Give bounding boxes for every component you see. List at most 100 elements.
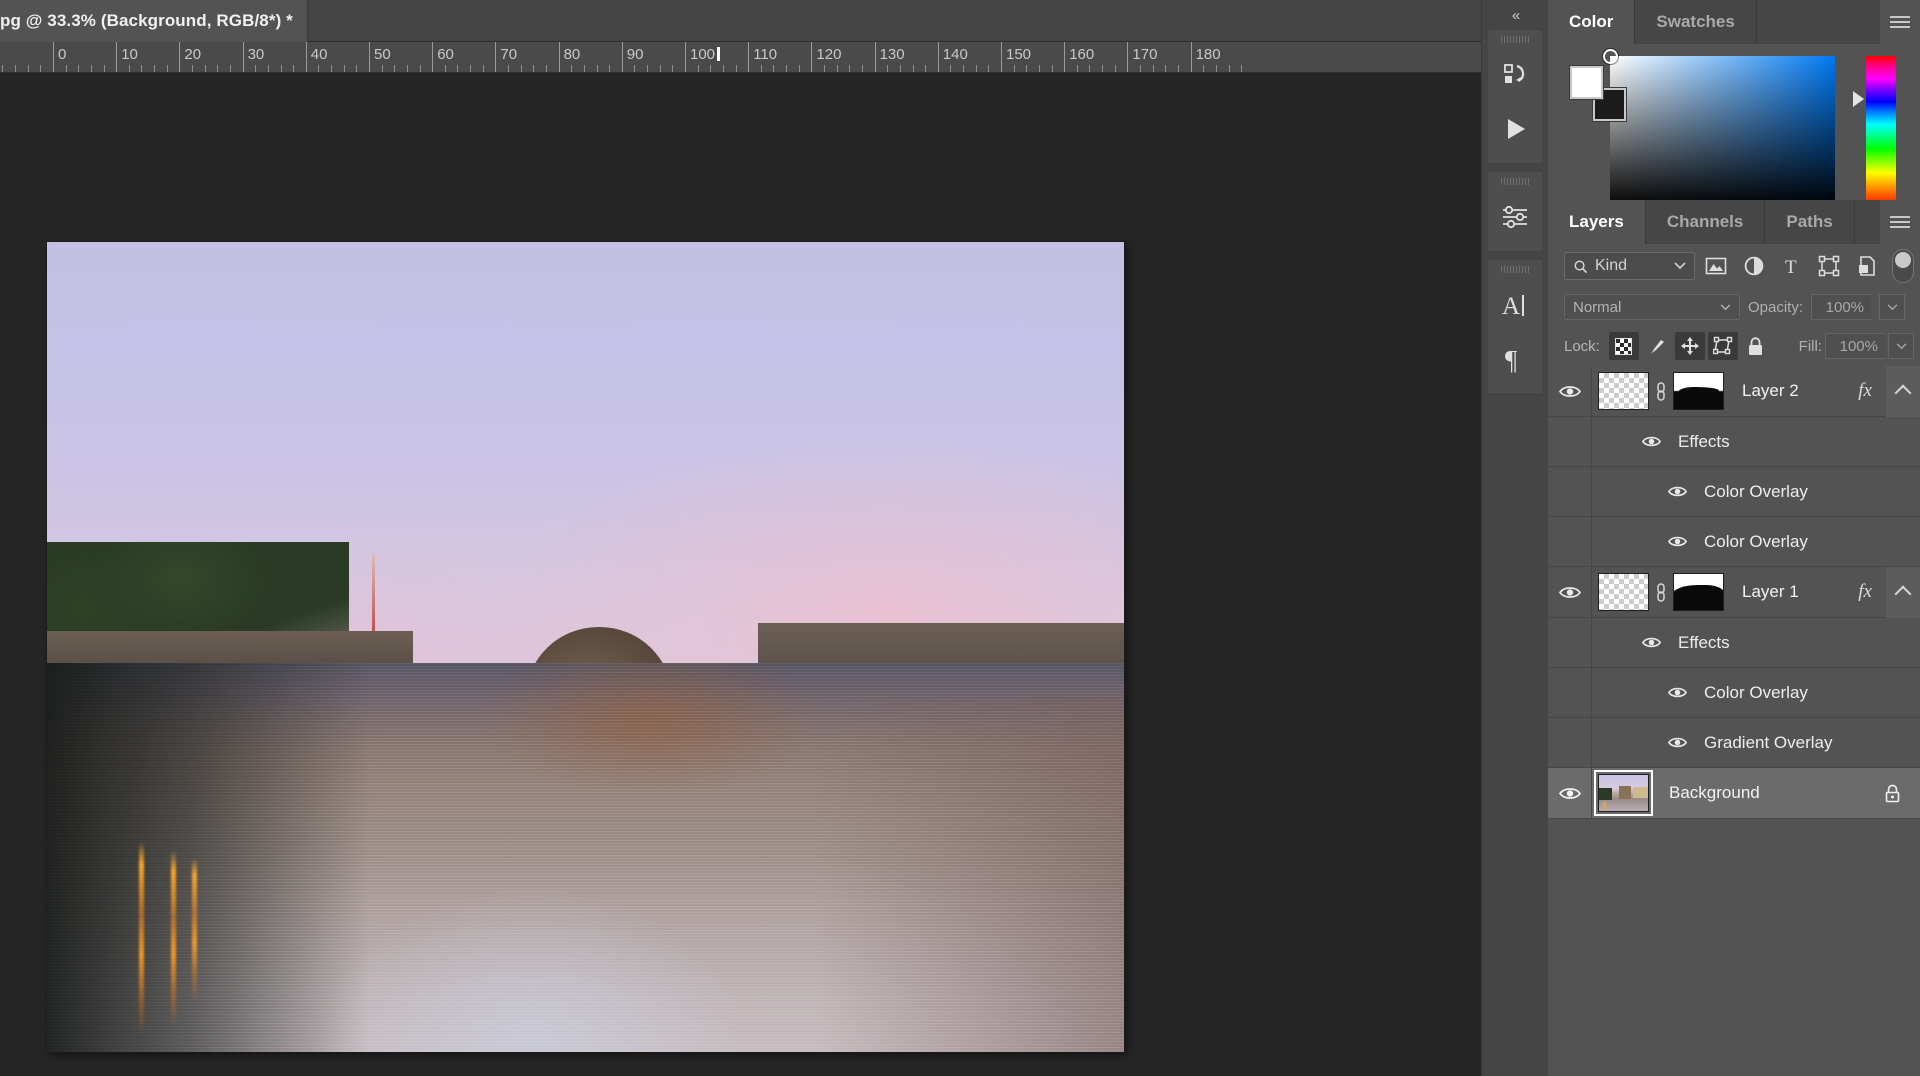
saturation-value-field[interactable] — [1603, 49, 1835, 208]
panel-grip[interactable] — [1501, 266, 1529, 273]
effect-visibility-toggle[interactable] — [1662, 535, 1692, 548]
lock-artboard-nesting-button[interactable] — [1707, 332, 1738, 360]
lock-transparent-pixels-button[interactable] — [1608, 332, 1639, 360]
type-layer-filter-icon[interactable]: T — [1775, 251, 1809, 281]
table-row[interactable]: Background — [1548, 768, 1920, 819]
panel-grip[interactable] — [1501, 36, 1529, 43]
ruler-tick-minor — [444, 65, 446, 72]
layer-list[interactable]: Layer 2 fx Effects Color Overlay Color O… — [1548, 366, 1920, 1076]
document-tab[interactable]: pg @ 33.3% (Background, RGB/8*) * — [0, 0, 308, 42]
layer-thumbnail[interactable] — [1598, 372, 1649, 410]
fill-label: Fill: — [1798, 337, 1822, 355]
lock-all-button[interactable] — [1741, 332, 1771, 360]
layers-panel-menu-button[interactable] — [1880, 200, 1920, 244]
layer-expand-toggle[interactable] — [1886, 366, 1920, 417]
eye-icon — [1667, 536, 1687, 547]
ruler-tick-minor — [786, 65, 788, 72]
list-item[interactable]: Color Overlay — [1548, 517, 1920, 567]
color-panel-menu-button[interactable] — [1880, 0, 1920, 44]
effect-visibility-toggle[interactable] — [1662, 686, 1692, 699]
opacity-input[interactable]: 100% — [1811, 294, 1872, 320]
tab-swatches[interactable]: Swatches — [1635, 0, 1757, 44]
layers-panel: Kind T Normal Opacity: 100% Lock: Fill: … — [1548, 244, 1920, 1076]
ruler-tick-minor — [141, 65, 143, 72]
fx-icon[interactable]: fx — [1858, 380, 1872, 402]
layer-visibility-toggle[interactable] — [1548, 366, 1592, 416]
layer-thumbnail[interactable] — [1598, 573, 1649, 611]
smart-object-filter-icon[interactable] — [1850, 251, 1884, 281]
layer-name[interactable]: Background — [1649, 783, 1883, 803]
effects-visibility-toggle[interactable] — [1636, 435, 1666, 448]
ruler-label: 120 — [816, 46, 842, 63]
layer-visibility-toggle[interactable] — [1548, 768, 1592, 818]
ruler-tick-minor — [1140, 65, 1142, 72]
layer-mask-thumbnail[interactable] — [1673, 372, 1724, 410]
ruler-tick-minor — [609, 65, 611, 72]
ruler-tick-minor — [533, 65, 535, 72]
history-icon[interactable] — [1488, 48, 1542, 102]
adjustments-sliders-icon[interactable] — [1488, 190, 1542, 244]
ruler-tick-minor — [1102, 65, 1104, 72]
actions-play-icon[interactable] — [1488, 102, 1542, 156]
layer-name[interactable]: Layer 2 — [1724, 381, 1858, 401]
panel-grip[interactable] — [1501, 178, 1529, 185]
canvas-area[interactable] — [0, 73, 1481, 1076]
list-item[interactable]: Effects — [1548, 417, 1920, 467]
blend-mode-select[interactable]: Normal — [1564, 294, 1740, 320]
ruler-tick-minor — [1177, 65, 1179, 72]
horizontal-ruler[interactable]: 0 10 20 30 40 50 60 70 80 90 100 110 120 130 140 150 160… — [0, 42, 1481, 73]
effects-visibility-toggle[interactable] — [1636, 636, 1666, 649]
ruler-label: 60 — [437, 46, 454, 63]
effect-visibility-toggle[interactable] — [1662, 485, 1692, 498]
ruler-tick-minor — [217, 65, 219, 72]
artboard[interactable] — [47, 242, 1124, 1052]
layer-expand-toggle[interactable] — [1886, 566, 1920, 618]
list-item[interactable]: Gradient Overlay — [1548, 718, 1920, 768]
ruler-label: 30 — [247, 46, 265, 63]
hamburger-icon — [1890, 213, 1910, 231]
collapse-panels-button[interactable]: « — [1482, 0, 1548, 30]
lock-image-pixels-button[interactable] — [1642, 332, 1672, 360]
pixel-layer-filter-icon[interactable] — [1699, 251, 1733, 281]
tabs-filler — [1756, 0, 1880, 44]
color-picker-cursor[interactable] — [1603, 49, 1618, 64]
ruler-tick-minor — [520, 65, 522, 72]
tab-paths[interactable]: Paths — [1765, 200, 1855, 244]
hue-slider-cursor[interactable] — [1853, 91, 1864, 107]
adjustment-layer-filter-icon[interactable] — [1737, 251, 1771, 281]
fill-input[interactable]: 100% — [1825, 333, 1885, 359]
layer-visibility-toggle[interactable] — [1548, 567, 1592, 617]
list-item[interactable]: Color Overlay — [1548, 668, 1920, 718]
tab-color[interactable]: Color — [1548, 0, 1636, 44]
list-item[interactable]: Effects — [1548, 618, 1920, 668]
fill-stepper[interactable] — [1888, 333, 1914, 359]
link-mask-icon[interactable] — [1649, 581, 1673, 603]
filter-enable-toggle[interactable] — [1892, 249, 1915, 283]
table-row[interactable]: Layer 1 fx — [1548, 566, 1920, 618]
tab-layers[interactable]: Layers — [1548, 200, 1646, 244]
ruler-label: 50 — [374, 46, 391, 63]
character-icon[interactable]: A — [1488, 278, 1542, 332]
ruler-tick-minor — [722, 65, 724, 72]
ruler-tick-minor — [975, 65, 977, 72]
filter-kind-select[interactable]: Kind — [1564, 252, 1696, 280]
layer-name[interactable]: Layer 1 — [1724, 582, 1858, 602]
layer-mask-thumbnail[interactable] — [1673, 573, 1724, 611]
lock-position-button[interactable] — [1674, 332, 1705, 360]
ruler-tick-major — [937, 42, 939, 72]
table-row[interactable]: Layer 2 fx — [1548, 366, 1920, 417]
link-mask-icon[interactable] — [1649, 380, 1673, 402]
ruler-label: 170 — [1132, 46, 1158, 63]
paragraph-icon[interactable]: ¶ — [1488, 332, 1542, 386]
tab-channels[interactable]: Channels — [1645, 200, 1766, 244]
effect-visibility-toggle[interactable] — [1662, 736, 1692, 749]
foreground-color-swatch[interactable] — [1570, 66, 1603, 99]
fx-icon[interactable]: fx — [1858, 581, 1872, 603]
list-item[interactable]: Color Overlay — [1548, 467, 1920, 517]
layer-thumbnail[interactable] — [1594, 770, 1653, 816]
shape-layer-filter-icon[interactable] — [1813, 251, 1847, 281]
hue-slider[interactable] — [1866, 56, 1896, 208]
ruler-tick-minor — [1215, 65, 1217, 72]
layer-locked-icon — [1883, 783, 1920, 804]
opacity-stepper[interactable] — [1879, 294, 1906, 320]
